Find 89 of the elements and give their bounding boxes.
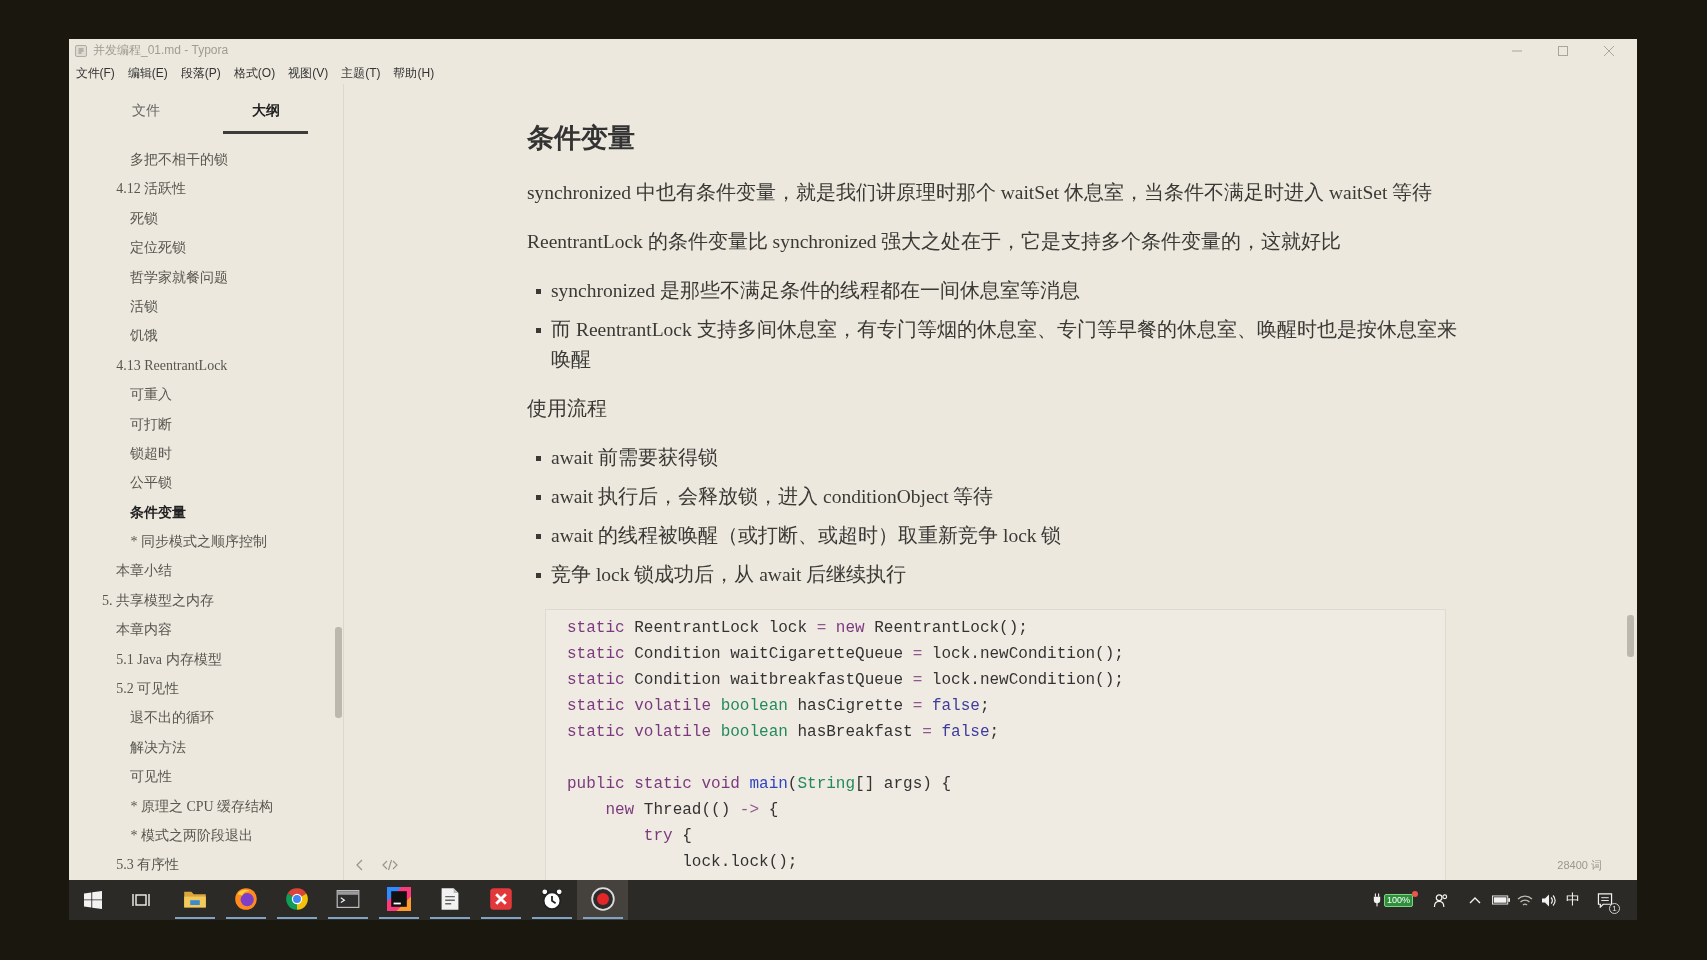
maximize-icon <box>1558 45 1568 56</box>
notification-count: 1 <box>1609 902 1620 914</box>
outline-item[interactable]: 定位死锁 <box>130 233 187 263</box>
sidebar-tab[interactable]: 大纲 <box>223 84 308 134</box>
outline-item[interactable]: 解决方法 <box>130 732 187 763</box>
input-method-button[interactable]: 中 <box>1566 891 1580 909</box>
taskbar-app-button[interactable] <box>577 880 628 920</box>
outline-item[interactable]: 5.3 有序性 <box>116 850 180 880</box>
code-line: static volatile boolean hasBreakfast = false; <box>567 722 1000 743</box>
terminal-icon <box>335 887 360 911</box>
outline-item[interactable]: 活锁 <box>130 291 159 322</box>
outline-item[interactable]: 死锁 <box>130 203 159 234</box>
sidebar-tab[interactable]: 文件 <box>103 84 188 134</box>
bullet-icon <box>536 328 541 333</box>
battery-level-label[interactable]: 100% <box>1384 893 1413 907</box>
menu-item[interactable]: 帮助(H) <box>387 63 441 83</box>
people-icon[interactable] <box>1433 892 1449 908</box>
list-item-text: await 的线程被唤醒（或打断、或超时）取重新竞争 lock 锁 <box>551 524 1063 548</box>
paragraph: 使用流程 <box>527 397 608 421</box>
window-title: 并发编程_01.md - Typora <box>93 42 229 59</box>
outline-item[interactable]: 本章内容 <box>116 615 173 645</box>
plug-icon[interactable] <box>1373 893 1381 907</box>
outline-item[interactable]: * 模式之两阶段退出 <box>130 821 253 851</box>
menu-item[interactable]: 视图(V) <box>281 63 335 83</box>
outline-item[interactable]: 多把不相干的锁 <box>130 145 229 175</box>
menu-item[interactable]: 主题(T) <box>334 63 387 83</box>
outline-item[interactable]: 本章小结 <box>116 556 173 586</box>
task-view-icon <box>132 891 150 909</box>
outline-item[interactable]: 饥饿 <box>130 321 159 351</box>
code-line: static ReentrantLock lock = new ReentrantLock(); <box>567 618 1028 639</box>
list-item-text: await 执行后，会释放锁，进入 conditionObject 等待 <box>551 485 995 509</box>
code-line: new Thread(() -> { <box>605 800 779 821</box>
outline-item[interactable]: 可见性 <box>130 762 173 792</box>
menu-item[interactable]: 段落(P) <box>174 63 228 83</box>
list-item-text: await 前需要获得锁 <box>551 446 720 470</box>
volume-icon[interactable] <box>1541 892 1557 908</box>
menu-item[interactable]: 格式(O) <box>227 63 282 83</box>
outline-item[interactable]: 哲学家就餐问题 <box>130 262 229 292</box>
outline-item[interactable]: 可重入 <box>130 380 173 410</box>
list-item-text: 竞争 lock 锁成功后，从 await 后继续执行 <box>551 563 908 587</box>
chevron-left-icon <box>356 859 363 871</box>
record-icon <box>590 887 615 911</box>
document-icon <box>75 44 87 57</box>
outline-item[interactable]: 5. 共享模型之内存 <box>102 585 214 616</box>
code-line: static volatile boolean hasCigrette = false; <box>567 696 990 717</box>
bullet-icon <box>536 289 541 294</box>
chevron-up-icon[interactable] <box>1469 896 1481 904</box>
close-icon <box>1604 45 1614 56</box>
minimize-icon <box>1512 49 1522 52</box>
battery-icon[interactable] <box>1492 895 1510 905</box>
code-line: static Condition waitbreakfastQueue = lock.newCondition(); <box>567 670 1124 691</box>
x-tile-icon <box>488 887 513 911</box>
outline-item[interactable]: * 原理之 CPU 缓存结构 <box>130 791 274 821</box>
bullet-icon <box>536 456 541 461</box>
bullet-icon <box>536 495 541 500</box>
notification-icon <box>1597 892 1613 908</box>
outline-item[interactable]: 条件变量 <box>130 497 187 528</box>
menu-item[interactable]: 编辑(E) <box>121 63 175 83</box>
word-count: 28400 词 <box>1557 857 1602 873</box>
browser-icon <box>284 887 309 911</box>
outline-item[interactable]: 5.2 可见性 <box>116 674 180 704</box>
code-line: try { <box>643 826 692 847</box>
outline-item[interactable]: 公平锁 <box>130 468 173 498</box>
list-item-text: synchronized 是那些不满足条件的线程都在一间休息室等消息 <box>551 279 1081 303</box>
status-dot-icon <box>1412 891 1418 897</box>
menu-item[interactable]: 文件(F) <box>69 63 122 83</box>
outline-item[interactable]: 4.12 活跃性 <box>116 174 187 204</box>
outline-item[interactable]: * 同步模式之顺序控制 <box>130 527 267 557</box>
bullet-icon <box>536 573 541 578</box>
paragraph: synchronized 中也有条件变量，就是我们讲原理时那个 waitSet 休息室，当条件不满足时进入 waitSet 等待 <box>527 181 1434 205</box>
outline-item[interactable]: 退不出的循环 <box>130 703 215 733</box>
outline-item[interactable]: 可打断 <box>130 409 173 439</box>
code-line: static Condition waitCigaretteQueue = lock.newCondition(); <box>567 644 1124 665</box>
scrollbar-thumb[interactable] <box>335 627 342 718</box>
outline-item[interactable]: 锁超时 <box>130 438 173 469</box>
ide-icon <box>386 887 411 911</box>
scrollbar-thumb[interactable] <box>1627 615 1634 657</box>
outline-item[interactable]: 4.13 ReentrantLock <box>116 350 228 381</box>
list-item-text: 而 ReentrantLock 支持多间休息室，有专门等烟的休息室、专门等早餐的休息室、唤醒时也是按休息室来唤醒 <box>551 318 1458 372</box>
code-icon <box>382 859 398 871</box>
paragraph: ReentrantLock 的条件变量比 synchronized 强大之处在于，它是支持多个条件变量的，这就好比 <box>527 230 1343 254</box>
alarm-clock-icon <box>539 887 564 911</box>
outline-item[interactable]: 5.1 Java 内存模型 <box>116 644 222 675</box>
code-line: public static void main(String[] args) { <box>567 774 952 795</box>
section-heading: 条件变量 <box>527 122 636 155</box>
bullet-icon <box>536 534 541 539</box>
code-line: lock.lock(); <box>682 852 798 873</box>
browser-icon <box>233 887 258 911</box>
windows-logo-icon <box>84 891 102 909</box>
